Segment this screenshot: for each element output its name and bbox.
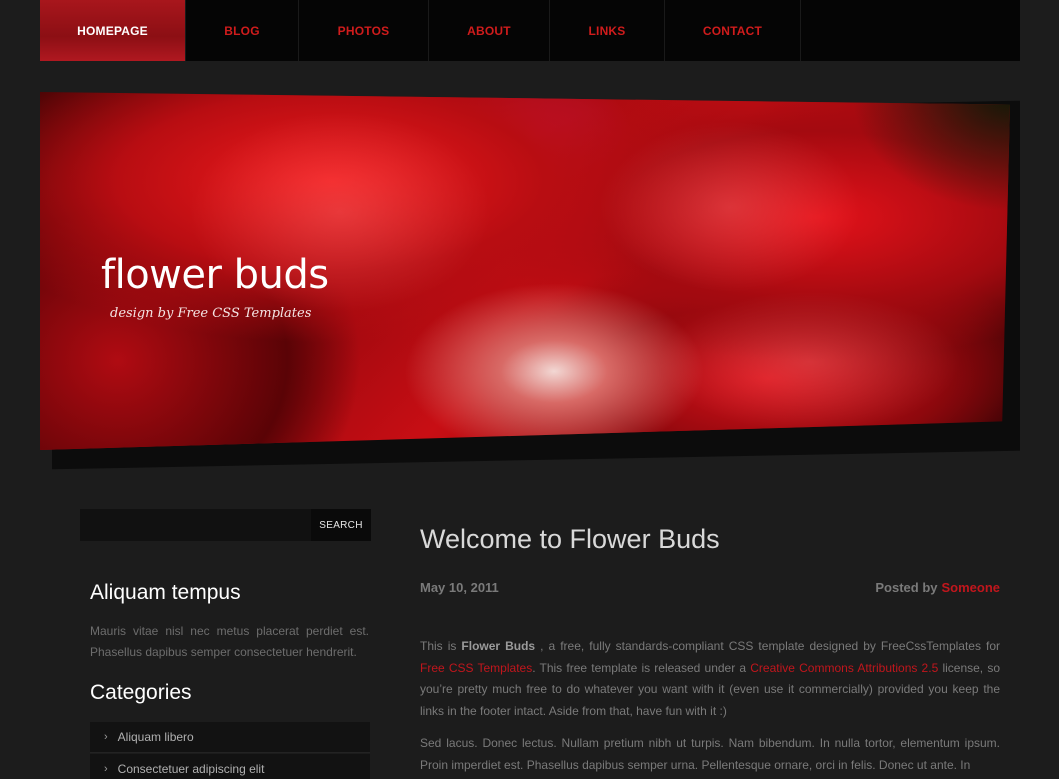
nav-item-blog[interactable]: BLOG	[186, 0, 299, 61]
sidebar-heading-categories: Categories	[90, 681, 192, 704]
post-author-link[interactable]: Someone	[941, 580, 1000, 595]
category-item[interactable]: › Aliquam libero	[90, 722, 370, 753]
creative-commons-link[interactable]: Creative Commons Attributions 2.5	[750, 661, 938, 675]
post-paragraph: This is Flower Buds , a free, fully stan…	[420, 636, 1000, 722]
post-paragraph: Sed lacus. Donec lectus. Nullam pretium …	[420, 736, 1000, 772]
category-label: Aliquam libero	[117, 730, 194, 744]
nav-item-homepage[interactable]: HOMEPAGE	[40, 0, 186, 61]
search-button[interactable]: SEARCH	[311, 509, 371, 541]
nav-item-links[interactable]: LINKS	[550, 0, 665, 61]
search-input[interactable]	[80, 509, 311, 541]
nav-item-about[interactable]: ABOUT	[429, 0, 550, 61]
text-span: . This free template is released under a	[532, 660, 751, 675]
post-title[interactable]: Welcome to Flower Buds	[420, 524, 720, 555]
nav-item-contact[interactable]: CONTACT	[665, 0, 801, 61]
bold-text: Flower Buds	[461, 639, 536, 653]
chevron-right-icon: ›	[104, 731, 108, 743]
free-css-templates-link[interactable]: Free CSS Templates	[420, 661, 532, 675]
post-date: May 10, 2011	[420, 580, 499, 595]
post-meta: Posted by Someone	[840, 580, 1000, 595]
main-nav: HOMEPAGE BLOG PHOTOS ABOUT LINKS CONTACT	[40, 0, 1020, 61]
text-span: , a free, fully standards-compliant CSS …	[535, 639, 1001, 653]
sidebar-heading-about: Aliquam tempus	[90, 581, 241, 604]
category-label: Consectetuer adipiscing elit	[117, 762, 265, 776]
nav-item-photos[interactable]: PHOTOS	[299, 0, 429, 61]
sidebar-about-text: Mauris vitae nisl nec metus placerat per…	[90, 624, 369, 659]
posted-by-label: Posted by	[875, 580, 938, 595]
site-subtitle: design by Free CSS Templates	[110, 306, 312, 321]
text-span: This is	[420, 639, 462, 653]
chevron-right-icon: ›	[104, 763, 108, 775]
site-title: flower buds	[101, 252, 329, 298]
post-body: This is Flower Buds , a free, fully stan…	[420, 636, 1000, 779]
category-item[interactable]: › Consectetuer adipiscing elit	[90, 754, 370, 779]
